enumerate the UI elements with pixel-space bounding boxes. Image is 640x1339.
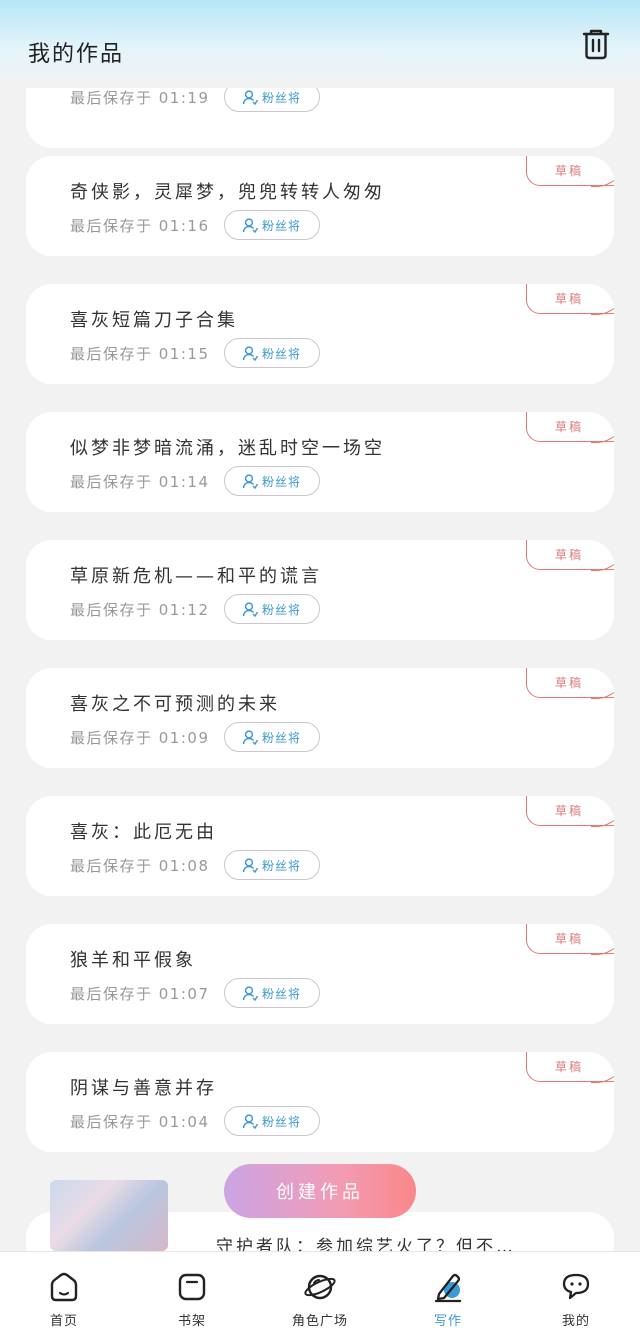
chat-bubble-icon xyxy=(562,1273,590,1300)
work-meta: 最后保存于 01:15 粉丝将 xyxy=(70,338,320,368)
work-title: 阴谋与善意并存 xyxy=(70,1078,217,1099)
nav-label: 书架 xyxy=(177,1314,206,1329)
draft-badge-label: 草稿 xyxy=(555,676,584,690)
page-title: 我的作品 xyxy=(28,42,125,67)
create-work-button[interactable]: 创建作品 xyxy=(224,1164,416,1218)
work-meta: 最后保存于 01:14 粉丝将 xyxy=(70,466,320,496)
fans-label: 粉丝将 xyxy=(261,602,301,617)
fans-label: 粉丝将 xyxy=(261,730,301,745)
nav-label: 角色广场 xyxy=(291,1314,348,1329)
draft-badge: 草稿 xyxy=(526,540,614,571)
draft-badge-label: 草稿 xyxy=(555,164,584,178)
work-card[interactable]: 喜灰短篇刀子合集 最后保存于 01:15 粉丝将 草稿 xyxy=(26,284,614,384)
work-title: 守护者队：参加综艺火了？但不… xyxy=(216,1237,516,1251)
last-saved-text: 最后保存于 01:19 xyxy=(70,88,210,107)
fans-button[interactable]: 粉丝将 xyxy=(223,210,320,240)
fans-button[interactable]: 粉丝将 xyxy=(223,1106,320,1136)
fans-button[interactable]: 粉丝将 xyxy=(223,466,320,496)
work-title: 喜灰之不可预测的未来 xyxy=(70,694,280,715)
draft-badge: 草稿 xyxy=(526,412,614,443)
work-title: 喜灰短篇刀子合集 xyxy=(70,310,238,331)
draft-badge: 草稿 xyxy=(526,668,614,699)
nav-character-square[interactable]: 角色广场 xyxy=(256,1252,384,1339)
work-card[interactable]: 狼羊和平假象 最后保存于 01:07 粉丝将 草稿 xyxy=(26,924,614,1024)
draft-badge-label: 草稿 xyxy=(555,420,584,434)
fans-label: 粉丝将 xyxy=(261,90,301,105)
draft-badge: 草稿 xyxy=(526,1052,614,1083)
work-card[interactable]: 似梦非梦暗流涌，迷乱时空一场空 最后保存于 01:14 粉丝将 草稿 xyxy=(26,412,614,512)
work-card[interactable]: 阴谋与善意并存 最后保存于 01:04 粉丝将 草稿 xyxy=(26,1052,614,1152)
work-meta: 最后保存于 01:04 粉丝将 xyxy=(70,1106,320,1136)
fans-label: 粉丝将 xyxy=(261,858,301,873)
nav-label: 写作 xyxy=(433,1314,462,1329)
user-icon xyxy=(242,986,258,1001)
nav-label: 我的 xyxy=(561,1314,590,1329)
pen-icon xyxy=(434,1273,462,1303)
fans-button[interactable]: 粉丝将 xyxy=(223,338,320,368)
work-meta: 最后保存于 01:07 粉丝将 xyxy=(70,978,320,1008)
work-card[interactable]: 喜灰：此厄无由 最后保存于 01:08 粉丝将 草稿 xyxy=(26,796,614,896)
fans-label: 粉丝将 xyxy=(261,986,301,1001)
work-title: 似梦非梦暗流涌，迷乱时空一场空 xyxy=(70,438,385,459)
user-icon xyxy=(242,218,258,233)
planet-icon xyxy=(304,1274,336,1300)
work-title: 喜灰：此厄无由 xyxy=(70,822,217,843)
user-icon xyxy=(242,90,258,105)
user-icon xyxy=(242,730,258,745)
home-icon xyxy=(50,1272,78,1302)
draft-badge-label: 草稿 xyxy=(555,1060,584,1074)
draft-badge: 草稿 xyxy=(526,924,614,955)
last-saved-text: 最后保存于 01:15 xyxy=(70,344,210,363)
fans-label: 粉丝将 xyxy=(261,474,301,489)
work-meta: 最后保存于 01:12 粉丝将 xyxy=(70,594,320,624)
last-saved-text: 最后保存于 01:04 xyxy=(70,1112,210,1131)
draft-badge: 草稿 xyxy=(526,796,614,827)
nav-home[interactable]: 首页 xyxy=(0,1252,128,1339)
bottom-navigation: 首页 书架 角色广场 写作 我的 xyxy=(0,1251,640,1339)
works-list: 最后保存于 01:19 粉丝将 奇侠影，灵犀梦，兜兜转转人匆匆 最后保存于 01:… xyxy=(0,0,640,1251)
user-icon xyxy=(242,474,258,489)
user-icon xyxy=(242,346,258,361)
work-meta: 最后保存于 01:08 粉丝将 xyxy=(70,850,320,880)
work-card[interactable]: 喜灰之不可预测的未来 最后保存于 01:09 粉丝将 草稿 xyxy=(26,668,614,768)
fans-label: 粉丝将 xyxy=(261,1114,301,1129)
fans-button[interactable]: 粉丝将 xyxy=(223,850,320,880)
work-title: 狼羊和平假象 xyxy=(70,950,196,971)
draft-badge-label: 草稿 xyxy=(555,292,584,306)
last-saved-text: 最后保存于 01:14 xyxy=(70,472,210,491)
user-icon xyxy=(242,858,258,873)
work-meta: 最后保存于 01:09 粉丝将 xyxy=(70,722,320,752)
last-saved-text: 最后保存于 01:07 xyxy=(70,984,210,1003)
draft-badge-label: 草稿 xyxy=(555,932,584,946)
work-meta: 最后保存于 01:16 粉丝将 xyxy=(70,210,320,240)
last-saved-text: 最后保存于 01:12 xyxy=(70,600,210,619)
work-title: 奇侠影，灵犀梦，兜兜转转人匆匆 xyxy=(70,182,385,203)
fans-label: 粉丝将 xyxy=(261,346,301,361)
nav-label: 首页 xyxy=(49,1314,78,1329)
user-icon xyxy=(242,602,258,617)
user-icon xyxy=(242,1114,258,1129)
draft-badge: 草稿 xyxy=(526,156,614,187)
fans-button[interactable]: 粉丝将 xyxy=(223,594,320,624)
draft-badge-label: 草稿 xyxy=(555,804,584,818)
delete-button[interactable] xyxy=(578,26,614,62)
work-title: 草原新危机——和平的谎言 xyxy=(70,566,322,587)
nav-writing[interactable]: 写作 xyxy=(384,1252,512,1339)
nav-bookshelf[interactable]: 书架 xyxy=(128,1252,256,1339)
last-saved-text: 最后保存于 01:08 xyxy=(70,856,210,875)
work-card[interactable]: 草原新危机——和平的谎言 最后保存于 01:12 粉丝将 草稿 xyxy=(26,540,614,640)
work-card[interactable]: 奇侠影，灵犀梦，兜兜转转人匆匆 最后保存于 01:16 粉丝将 草稿 xyxy=(26,156,614,256)
trash-icon xyxy=(582,29,610,60)
draft-badge: 草稿 xyxy=(526,284,614,315)
last-saved-text: 最后保存于 01:09 xyxy=(70,728,210,747)
nav-mine[interactable]: 我的 xyxy=(512,1252,640,1339)
fans-label: 粉丝将 xyxy=(261,218,301,233)
fans-button[interactable]: 粉丝将 xyxy=(223,722,320,752)
last-saved-text: 最后保存于 01:16 xyxy=(70,216,210,235)
bookshelf-icon xyxy=(178,1273,206,1301)
work-cover-image xyxy=(50,1180,168,1251)
top-header: 我的作品 xyxy=(0,0,640,88)
fans-button[interactable]: 粉丝将 xyxy=(223,978,320,1008)
draft-badge-label: 草稿 xyxy=(555,548,584,562)
